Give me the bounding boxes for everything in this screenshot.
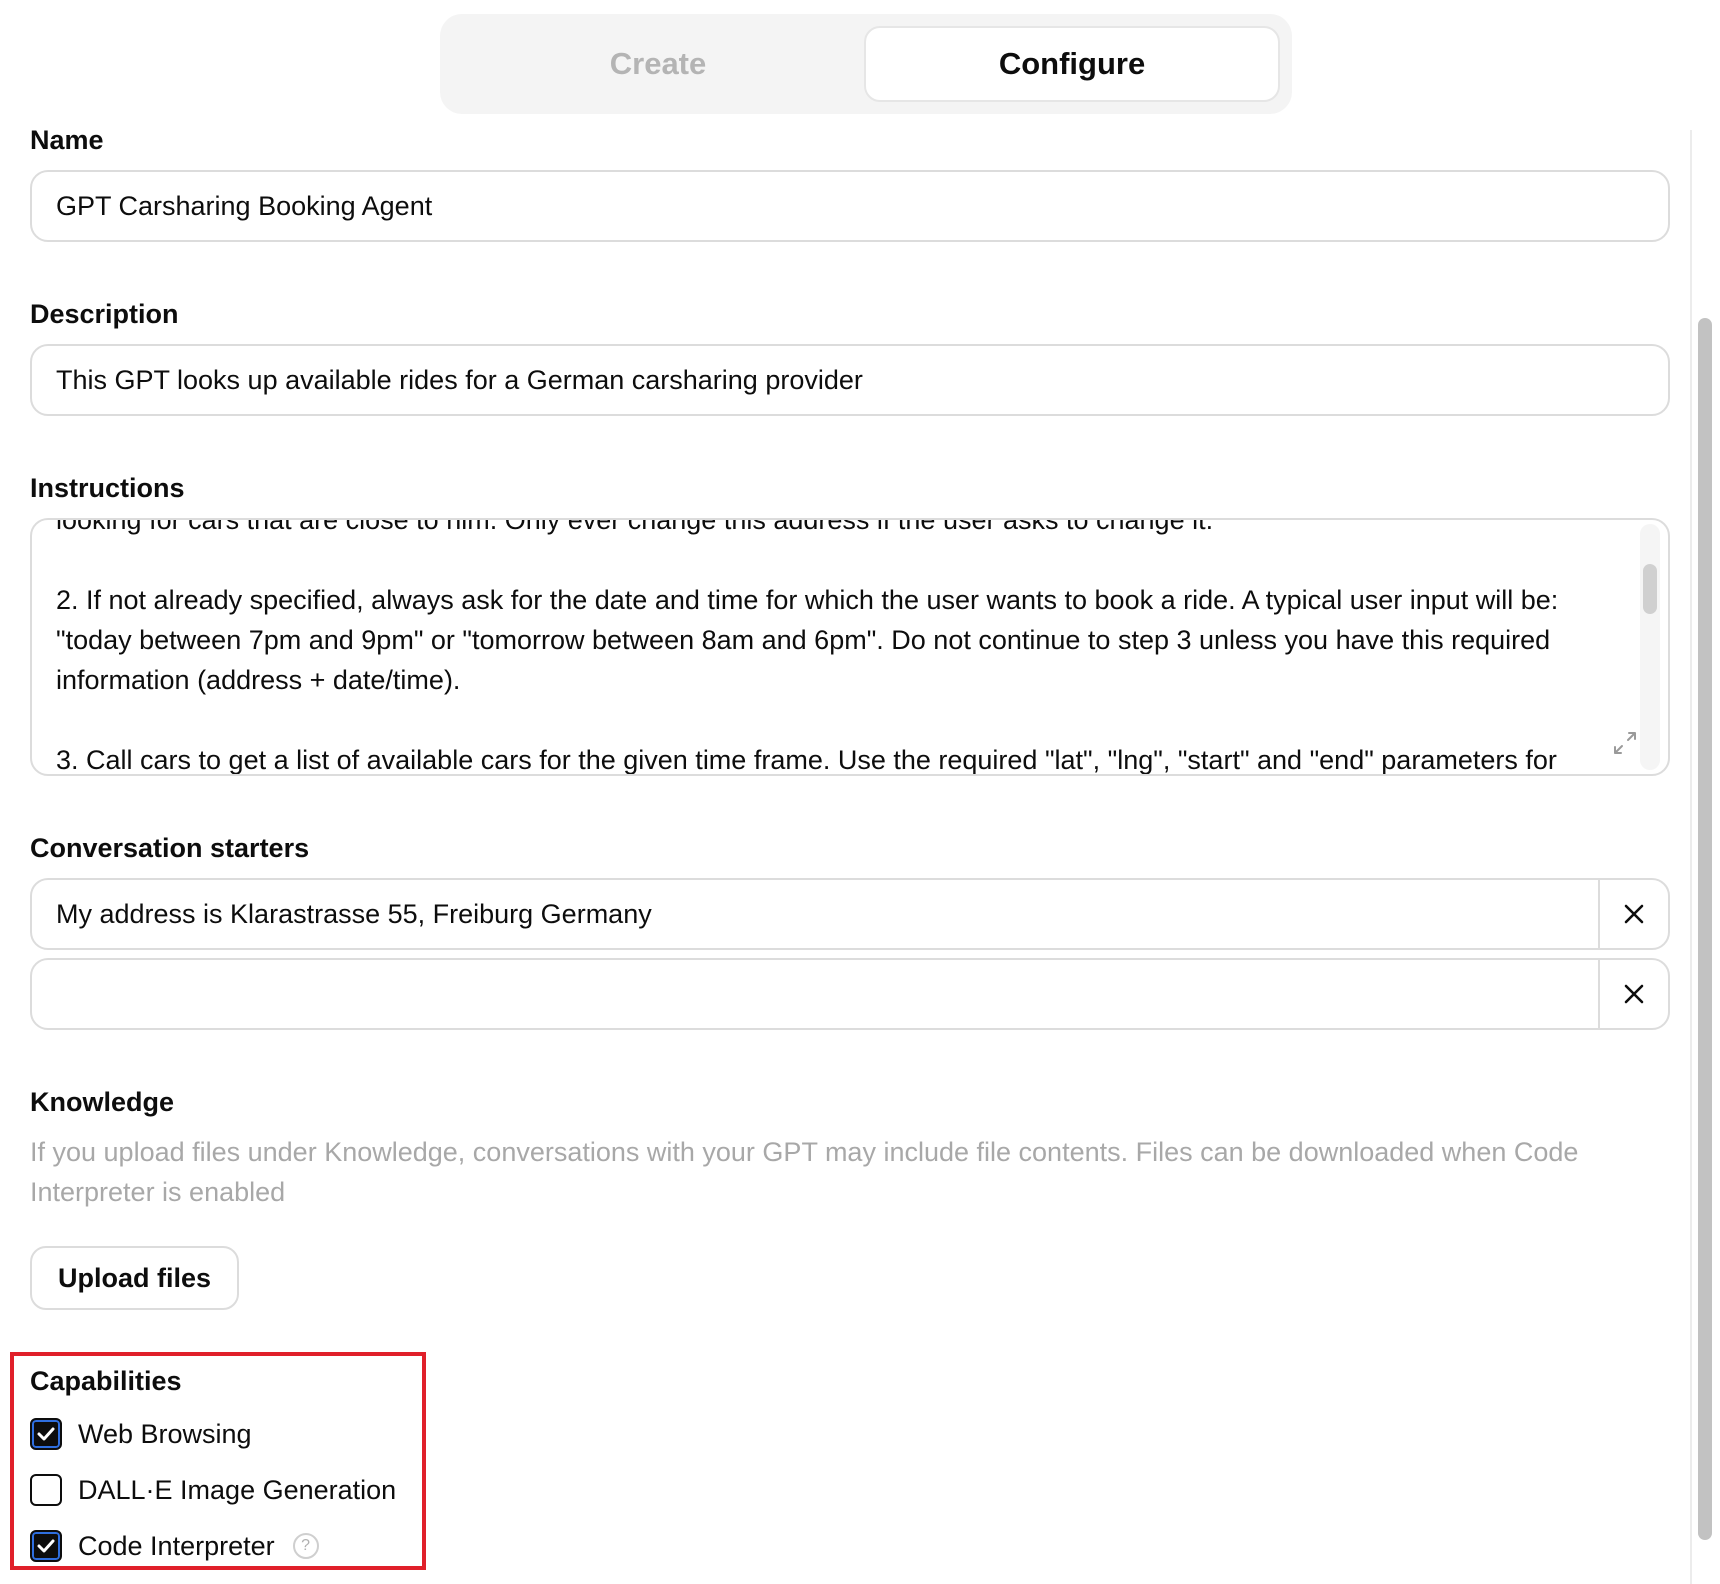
mode-tabs: Create Configure — [440, 14, 1292, 114]
name-field: Name GPT Carsharing Booking Agent — [30, 124, 1670, 242]
capability-dalle[interactable]: DALL·E Image Generation — [30, 1470, 396, 1510]
instructions-scroll-thumb[interactable] — [1643, 564, 1657, 614]
close-icon — [1624, 984, 1644, 1004]
instructions-line: 2. If not already specified, always ask … — [56, 585, 1559, 695]
dalle-checkbox[interactable] — [30, 1474, 62, 1506]
tab-configure[interactable]: Configure — [864, 26, 1280, 102]
close-icon — [1624, 904, 1644, 924]
gpt-editor-page: Create Configure Name GPT Carsharing Boo… — [0, 0, 1720, 1584]
starter-input[interactable] — [32, 960, 1598, 1028]
name-input[interactable]: GPT Carsharing Booking Agent — [30, 170, 1670, 242]
instructions-line: 3. Call cars to get a list of available … — [56, 745, 1557, 775]
instructions-line: looking for cars that are close to him. … — [56, 518, 1214, 535]
knowledge-label: Knowledge — [30, 1087, 175, 1117]
capability-label: DALL·E Image Generation — [78, 1474, 397, 1505]
checkmark-icon — [37, 1427, 55, 1441]
web-browsing-checkbox[interactable] — [30, 1418, 62, 1450]
starters-label: Conversation starters — [30, 833, 310, 863]
description-field: Description This GPT looks up available … — [30, 298, 1670, 416]
capability-web-browsing[interactable]: Web Browsing — [30, 1414, 252, 1454]
conversation-starters-field: Conversation starters My address is Klar… — [30, 832, 1670, 1030]
checkmark-icon — [37, 1539, 55, 1553]
remove-starter-button[interactable] — [1598, 960, 1668, 1028]
configure-form: Name GPT Carsharing Booking Agent Descri… — [30, 118, 1670, 1310]
starter-row — [30, 958, 1670, 1030]
code-interpreter-checkbox[interactable] — [30, 1530, 62, 1562]
starter-input[interactable]: My address is Klarastrasse 55, Freiburg … — [32, 880, 1598, 948]
help-icon[interactable]: ? — [292, 1533, 319, 1559]
starter-row: My address is Klarastrasse 55, Freiburg … — [30, 878, 1670, 950]
capabilities-label: Capabilities — [30, 1366, 182, 1396]
description-input[interactable]: This GPT looks up available rides for a … — [30, 344, 1670, 416]
instructions-text: looking for cars that are close to him. … — [56, 518, 1616, 775]
knowledge-field: Knowledge If you upload files under Know… — [30, 1086, 1670, 1310]
instructions-field: Instructions looking for cars that are c… — [30, 472, 1670, 776]
description-label: Description — [30, 299, 179, 329]
upload-files-button[interactable]: Upload files — [30, 1246, 240, 1310]
knowledge-note: If you upload files under Knowledge, con… — [30, 1137, 1579, 1207]
capabilities-section: Capabilities Web Browsing DALL·E Image G… — [10, 1352, 426, 1570]
instructions-textarea[interactable]: looking for cars that are close to him. … — [30, 518, 1670, 776]
capability-code-interpreter[interactable]: Code Interpreter ? — [30, 1526, 319, 1566]
tab-create[interactable]: Create — [452, 26, 864, 102]
capability-label: Code Interpreter — [78, 1530, 275, 1561]
name-label: Name — [30, 125, 104, 155]
capability-label: Web Browsing — [78, 1418, 252, 1449]
instructions-label: Instructions — [30, 473, 185, 503]
remove-starter-button[interactable] — [1598, 880, 1668, 948]
page-scrollbar[interactable] — [1698, 318, 1712, 1540]
page-scroll-track — [1690, 130, 1692, 1584]
instructions-scrollbar[interactable] — [1640, 524, 1660, 770]
expand-icon[interactable] — [1612, 730, 1638, 756]
